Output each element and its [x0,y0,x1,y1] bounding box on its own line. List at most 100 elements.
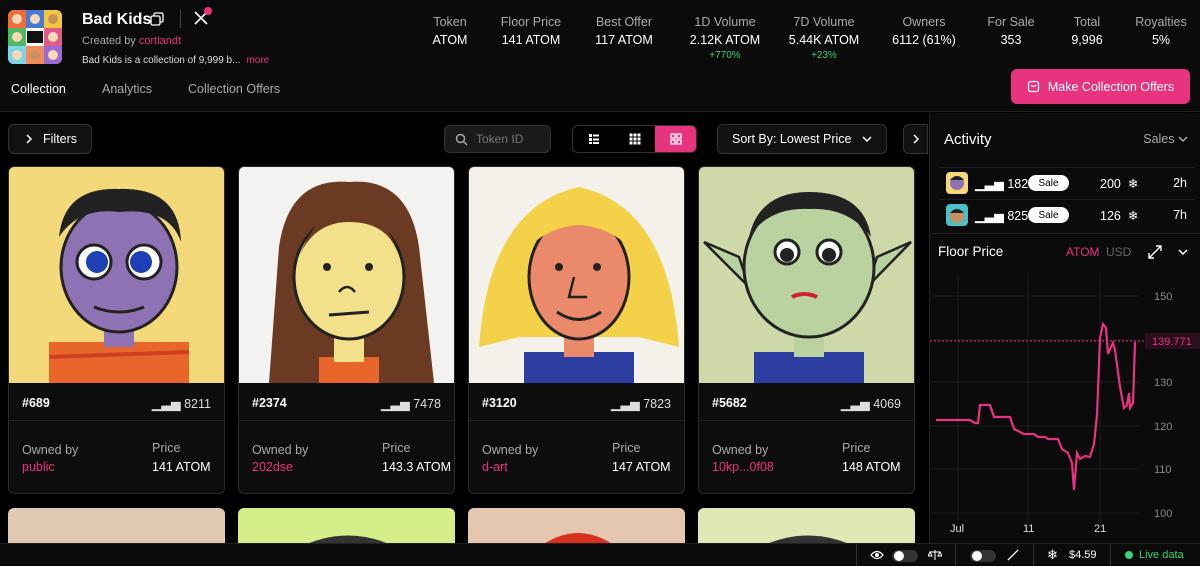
brush-icon [1007,549,1019,561]
rarity-rank: ▁▃▅ 8211 [151,397,211,411]
nft-id: #3120 [482,396,517,410]
footer-divider [1110,544,1111,566]
activity-amount: 200 ❄ [1100,177,1139,191]
stat-best-offer: Best Offer 117 ATOM [595,15,653,47]
activity-row[interactable]: ▁▃▅ 182 Sale 200 ❄ 2h [938,167,1195,197]
owned-by-label: Owned by [22,443,79,457]
nft-card-partial[interactable] [8,508,225,548]
activity-filter-dropdown[interactable]: Sales [1143,132,1188,146]
activity-row[interactable]: ▁▃▅ 8251 Sale 126 ❄ 7h [938,199,1195,229]
copy-icon[interactable] [150,12,164,26]
card-divider [699,420,914,421]
chevron-down-icon [1178,136,1188,143]
activity-title: Activity [944,131,992,148]
list-view-icon [588,134,599,144]
atom-price: $4.59 [1069,549,1097,561]
unit-usd-toggle[interactable]: USD [1106,245,1131,259]
stat-owners: Owners 6112 (61%) [892,15,956,47]
token-id-input[interactable] [476,132,546,146]
sale-badge: Sale [1028,175,1069,191]
owner-link[interactable]: public [22,460,55,474]
chevron-right-icon [26,134,33,144]
activity-rank: ▁▃▅ 182 [975,177,1029,191]
owner-link[interactable]: d-art [482,460,508,474]
activity-thumbnail [946,204,968,226]
atom-icon: ❄ [1124,209,1139,223]
tab-collection[interactable]: Collection [11,82,66,96]
rarity-bars-icon: ▁▃▅ [840,397,874,411]
expand-icon[interactable] [1148,245,1162,259]
scale-icon [928,550,942,560]
owner-link[interactable]: 202dse [252,460,293,474]
stat-total: Total 9,996 [1071,15,1103,47]
rarity-bars-icon: ▁▃▅ [151,397,185,411]
y-tick: 100 [1154,508,1172,520]
owner-link[interactable]: 10kp...0f08 [712,460,774,474]
activity-rank: ▁▃▅ 8251 [975,209,1036,223]
chevron-right-icon [912,134,919,144]
tab-collection-offers[interactable]: Collection Offers [188,82,280,96]
eye-icon [870,550,884,560]
unit-atom-toggle[interactable]: ATOM [1066,245,1100,259]
x-tick: Jul [950,523,964,535]
make-collection-offers-button[interactable]: Make Collection Offers [1011,69,1190,104]
sort-dropdown[interactable]: Sort By: Lowest Price [717,124,887,154]
stat-7d-volume: 7D Volume 5.44K ATOM +23% [788,15,860,61]
y-tick: 150 [1154,291,1172,303]
nft-card[interactable]: #689 ▁▃▅ 8211 Owned by public Price 141 … [8,166,225,494]
current-price-label: 139.771 [1152,336,1192,348]
view-toggle-group [572,125,697,153]
y-tick: 120 [1154,421,1172,433]
grid-view-button[interactable] [655,126,696,152]
list-view-button[interactable] [573,126,614,152]
collection-description: Bad Kids is a collection of 9,999 b... mo… [82,55,270,66]
chevron-down-icon[interactable] [1178,248,1188,256]
floor-price-title: Floor Price [938,244,1004,259]
token-search[interactable] [444,125,551,153]
tab-analytics[interactable]: Analytics [102,82,152,96]
rarity-rank: ▁▃▅ 7478 [380,397,441,411]
live-data-label: Live data [1139,549,1184,561]
price-value: 143.3 ATOM [382,460,452,474]
owned-by-label: Owned by [482,443,539,457]
activity-time: 2h [1173,176,1187,190]
creator-link[interactable]: cortlandt [139,35,181,47]
grid-view-icon [669,133,682,145]
x-tick: 21 [1094,523,1106,535]
creator-line: Created by cortlandt [82,35,182,47]
nft-id: #5682 [712,396,747,410]
stat-token: Token ATOM [432,15,468,47]
nft-card-partial[interactable] [238,508,455,548]
nft-card-partial[interactable] [698,508,915,548]
live-indicator-dot [1125,551,1133,559]
dense-grid-button[interactable] [614,126,655,152]
dense-grid-icon [629,133,640,145]
theme-toggle[interactable] [970,550,996,562]
nft-id: #2374 [252,396,287,410]
panel-divider [930,233,1200,234]
stat-royalties: Royalties 5% [1135,15,1187,47]
owned-by-label: Owned by [252,443,309,457]
nft-image [239,167,454,383]
card-divider [239,420,454,421]
stat-for-sale: For Sale 353 [987,15,1035,47]
rarity-bars-icon: ▁▃▅ [380,397,414,411]
activity-panel-toggle[interactable] [903,124,928,154]
nft-card[interactable]: #3120 ▁▃▅ 7823 Owned by d-art Price 147 … [468,166,685,494]
atom-icon: ❄ [1124,177,1139,191]
footer-divider [955,544,956,566]
nft-card-partial[interactable] [468,508,685,548]
hide-toggle[interactable] [892,550,918,562]
nft-card[interactable]: #2374 ▁▃▅ 7478 Owned by 202dse Price 143… [238,166,455,494]
activity-amount: 126 ❄ [1100,209,1139,223]
footer-divider [856,544,857,566]
rarity-bars-icon: ▁▃▅ [975,177,1008,191]
price-label: Price [612,441,641,455]
more-link[interactable]: more [246,55,269,66]
nft-card[interactable]: #5682 ▁▃▅ 4069 Owned by 10kp...0f08 Pric… [698,166,915,494]
filters-button[interactable]: Filters [8,124,92,154]
x-tick: 11 [1023,523,1034,535]
rarity-bars-icon: ▁▃▅ [975,209,1008,223]
nft-image [699,167,914,383]
price-value: 148 ATOM [842,460,901,474]
